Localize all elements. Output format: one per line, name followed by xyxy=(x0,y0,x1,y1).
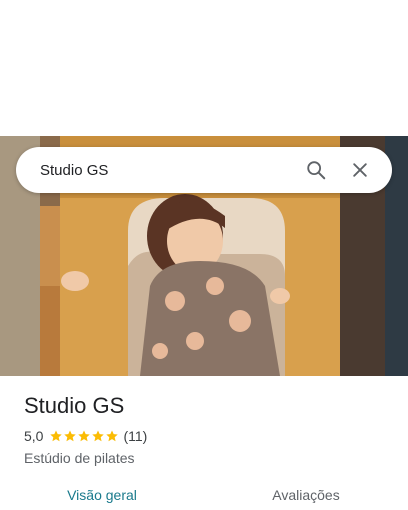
place-info: Studio GS 5,0 (11) Estúdio de pilates xyxy=(24,392,384,467)
close-button[interactable] xyxy=(342,152,378,188)
search-button[interactable] xyxy=(298,152,334,188)
review-count: (11) xyxy=(123,428,148,444)
search-bar xyxy=(16,147,392,193)
close-icon xyxy=(353,163,367,177)
place-panel: Studio GS 5,0 (11) Estúdio de pilates Vi… xyxy=(0,0,408,510)
search-input[interactable] xyxy=(40,150,290,190)
star-icon xyxy=(92,430,105,442)
place-category[interactable]: Estúdio de pilates xyxy=(24,449,384,467)
place-title: Studio GS xyxy=(24,393,125,418)
tab-bar: Visão geral Avaliações xyxy=(0,480,408,510)
tab-reviews[interactable]: Avaliações xyxy=(204,480,408,510)
star-icon xyxy=(106,430,119,442)
rating-value: 5,0 xyxy=(24,428,44,444)
search-icon xyxy=(307,161,326,180)
rating-row[interactable]: 5,0 (11) xyxy=(24,427,384,445)
star-icon xyxy=(50,430,63,442)
tab-overview[interactable]: Visão geral xyxy=(0,480,204,510)
star-icon xyxy=(64,430,77,442)
rating-stars xyxy=(49,429,119,443)
star-icon xyxy=(78,430,91,442)
